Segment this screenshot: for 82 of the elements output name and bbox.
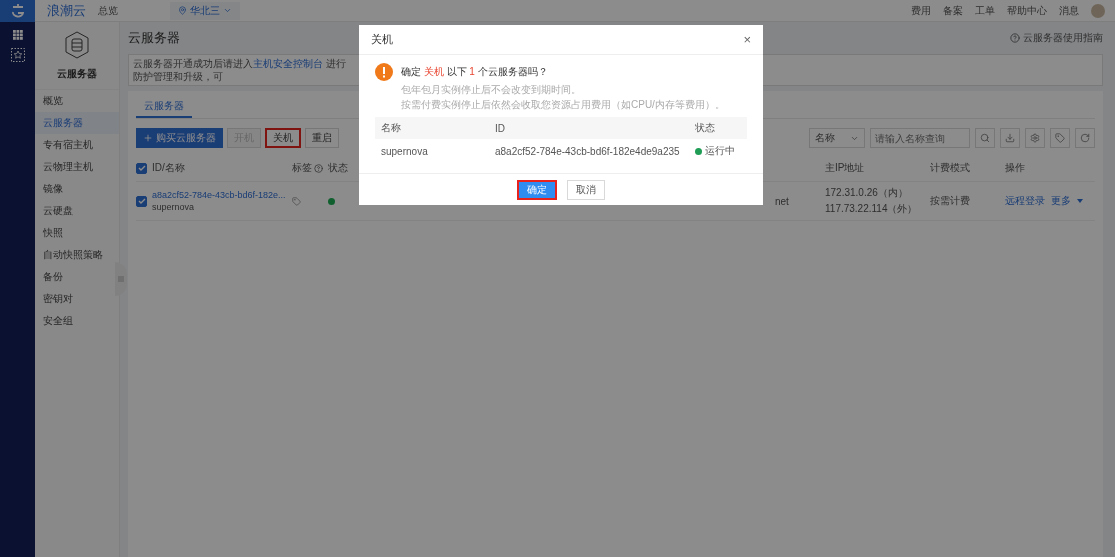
search-field[interactable]: 请输入名称查询 (870, 128, 970, 148)
remote-login-link[interactable]: 远程登录 (1005, 194, 1045, 208)
refresh-button[interactable] (1075, 128, 1095, 148)
table-cell-text: net (775, 195, 790, 207)
status-text: 运行中 (705, 144, 735, 158)
sidebar-item[interactable]: 镜像 (35, 178, 119, 200)
checkbox[interactable] (136, 162, 147, 174)
help-icon (1010, 33, 1020, 43)
note-text: 包年包月实例停止后不会改变到期时间。 (401, 83, 582, 97)
top-link[interactable]: 费用 (911, 3, 931, 18)
column-header: ID/名称 (152, 161, 186, 175)
sidebar-item[interactable]: 安全组 (35, 310, 119, 332)
gear-icon (1030, 133, 1040, 143)
toolbar-button[interactable]: 购买云服务器 (136, 128, 223, 148)
tag-button[interactable] (1050, 128, 1070, 148)
tag-icon (1055, 133, 1065, 143)
top-link[interactable]: 工单 (975, 3, 995, 18)
warning-icon (375, 63, 393, 81)
page-title: 云服务器 (128, 29, 180, 47)
cancel-button[interactable]: 取消 (567, 179, 605, 200)
toolbar-button[interactable]: 重启 (305, 128, 339, 148)
export-button[interactable] (1000, 128, 1020, 148)
collapse-handle[interactable] (115, 262, 127, 296)
column-header: 主IP地址 (825, 161, 866, 175)
top-link[interactable]: 消息 (1059, 3, 1079, 18)
instance-name: supernova (152, 202, 196, 212)
region-selector[interactable]: 华北三 (170, 1, 240, 20)
field-select[interactable]: 名称 (809, 128, 865, 148)
tag-icon[interactable] (292, 196, 301, 206)
column-header: 名称 (381, 121, 402, 135)
toolbar-button[interactable]: 关机 (265, 128, 301, 148)
note-text: 按需付费实例停止后依然会收取您资源占用费用（如CPU/内存等费用）。 (401, 98, 726, 112)
sidebar-item[interactable]: 自动快照策略 (35, 244, 119, 266)
search-icon (980, 133, 990, 143)
notice-text: 云服务器开通成功后请进入主机安全控制台 进行防护管理和升级，可 (133, 57, 347, 83)
column-header: 标签 (292, 161, 312, 175)
server-name: supernova (381, 145, 429, 157)
sidebar-item[interactable]: 专有宿主机 (35, 134, 119, 156)
column-header: 状态 (328, 161, 349, 175)
sidebar-item[interactable]: 快照 (35, 222, 119, 244)
instance-id-link[interactable]: a8a2cf52-784e-43cb-bd6f-182e... (152, 190, 292, 200)
console-link[interactable]: 主机安全控制台 (253, 58, 323, 69)
brand-name: 浪潮云 (47, 1, 86, 20)
confirm-button[interactable]: 确定 (517, 179, 557, 200)
avatar[interactable] (1091, 3, 1105, 18)
checkbox[interactable] (136, 195, 147, 207)
server-id: a8a2cf52-784e-43cb-bd6f-182e4de9a235 (495, 145, 681, 157)
refresh-icon (1080, 133, 1090, 143)
top-link[interactable]: 帮助中心 (1007, 3, 1047, 18)
settings-button[interactable] (1025, 128, 1045, 148)
sidebar-item[interactable]: 概览 (35, 90, 119, 112)
column-header: 状态 (695, 121, 716, 135)
confirm-question: 确定 关机 以下 1 个云服务器吗？ (401, 65, 548, 79)
tab[interactable]: 云服务器 (136, 95, 192, 118)
search-button[interactable] (975, 128, 995, 148)
column-header: 计费模式 (930, 161, 971, 175)
guide-link[interactable]: 云服务器使用指南 (1023, 31, 1103, 45)
chevron-icon (223, 6, 232, 15)
column-header: ID (495, 122, 506, 134)
overview-link[interactable]: 总览 (98, 3, 118, 18)
sidebar-item[interactable]: 云硬盘 (35, 200, 119, 222)
sidebar-item[interactable]: 云服务器 (35, 112, 119, 134)
sidebar-item[interactable]: 密钥对 (35, 288, 119, 310)
caret-icon[interactable] (1077, 199, 1083, 203)
download-icon (1005, 133, 1015, 143)
column-header: 操作 (1005, 161, 1026, 175)
close-button[interactable]: × (743, 32, 751, 47)
sidebar-item[interactable]: 云物理主机 (35, 156, 119, 178)
modal-title: 关机 (371, 32, 393, 47)
server-icon (64, 30, 90, 59)
billing-mode: 按需计费 (930, 194, 971, 208)
more-link[interactable]: 更多 (1051, 194, 1071, 208)
help-icon (314, 163, 323, 173)
grid-icon[interactable] (12, 30, 23, 40)
pin-icon (178, 6, 187, 15)
sidebar-item[interactable]: 备份 (35, 266, 119, 288)
top-link[interactable]: 备案 (943, 3, 963, 18)
star-icon[interactable] (10, 48, 25, 62)
sidebar-title: 云服务器 (57, 66, 97, 81)
ip-address: 117.73.22.114（外） (825, 202, 919, 216)
plus-icon (143, 133, 153, 143)
ip-address: 172.31.0.26（内） (825, 186, 909, 200)
